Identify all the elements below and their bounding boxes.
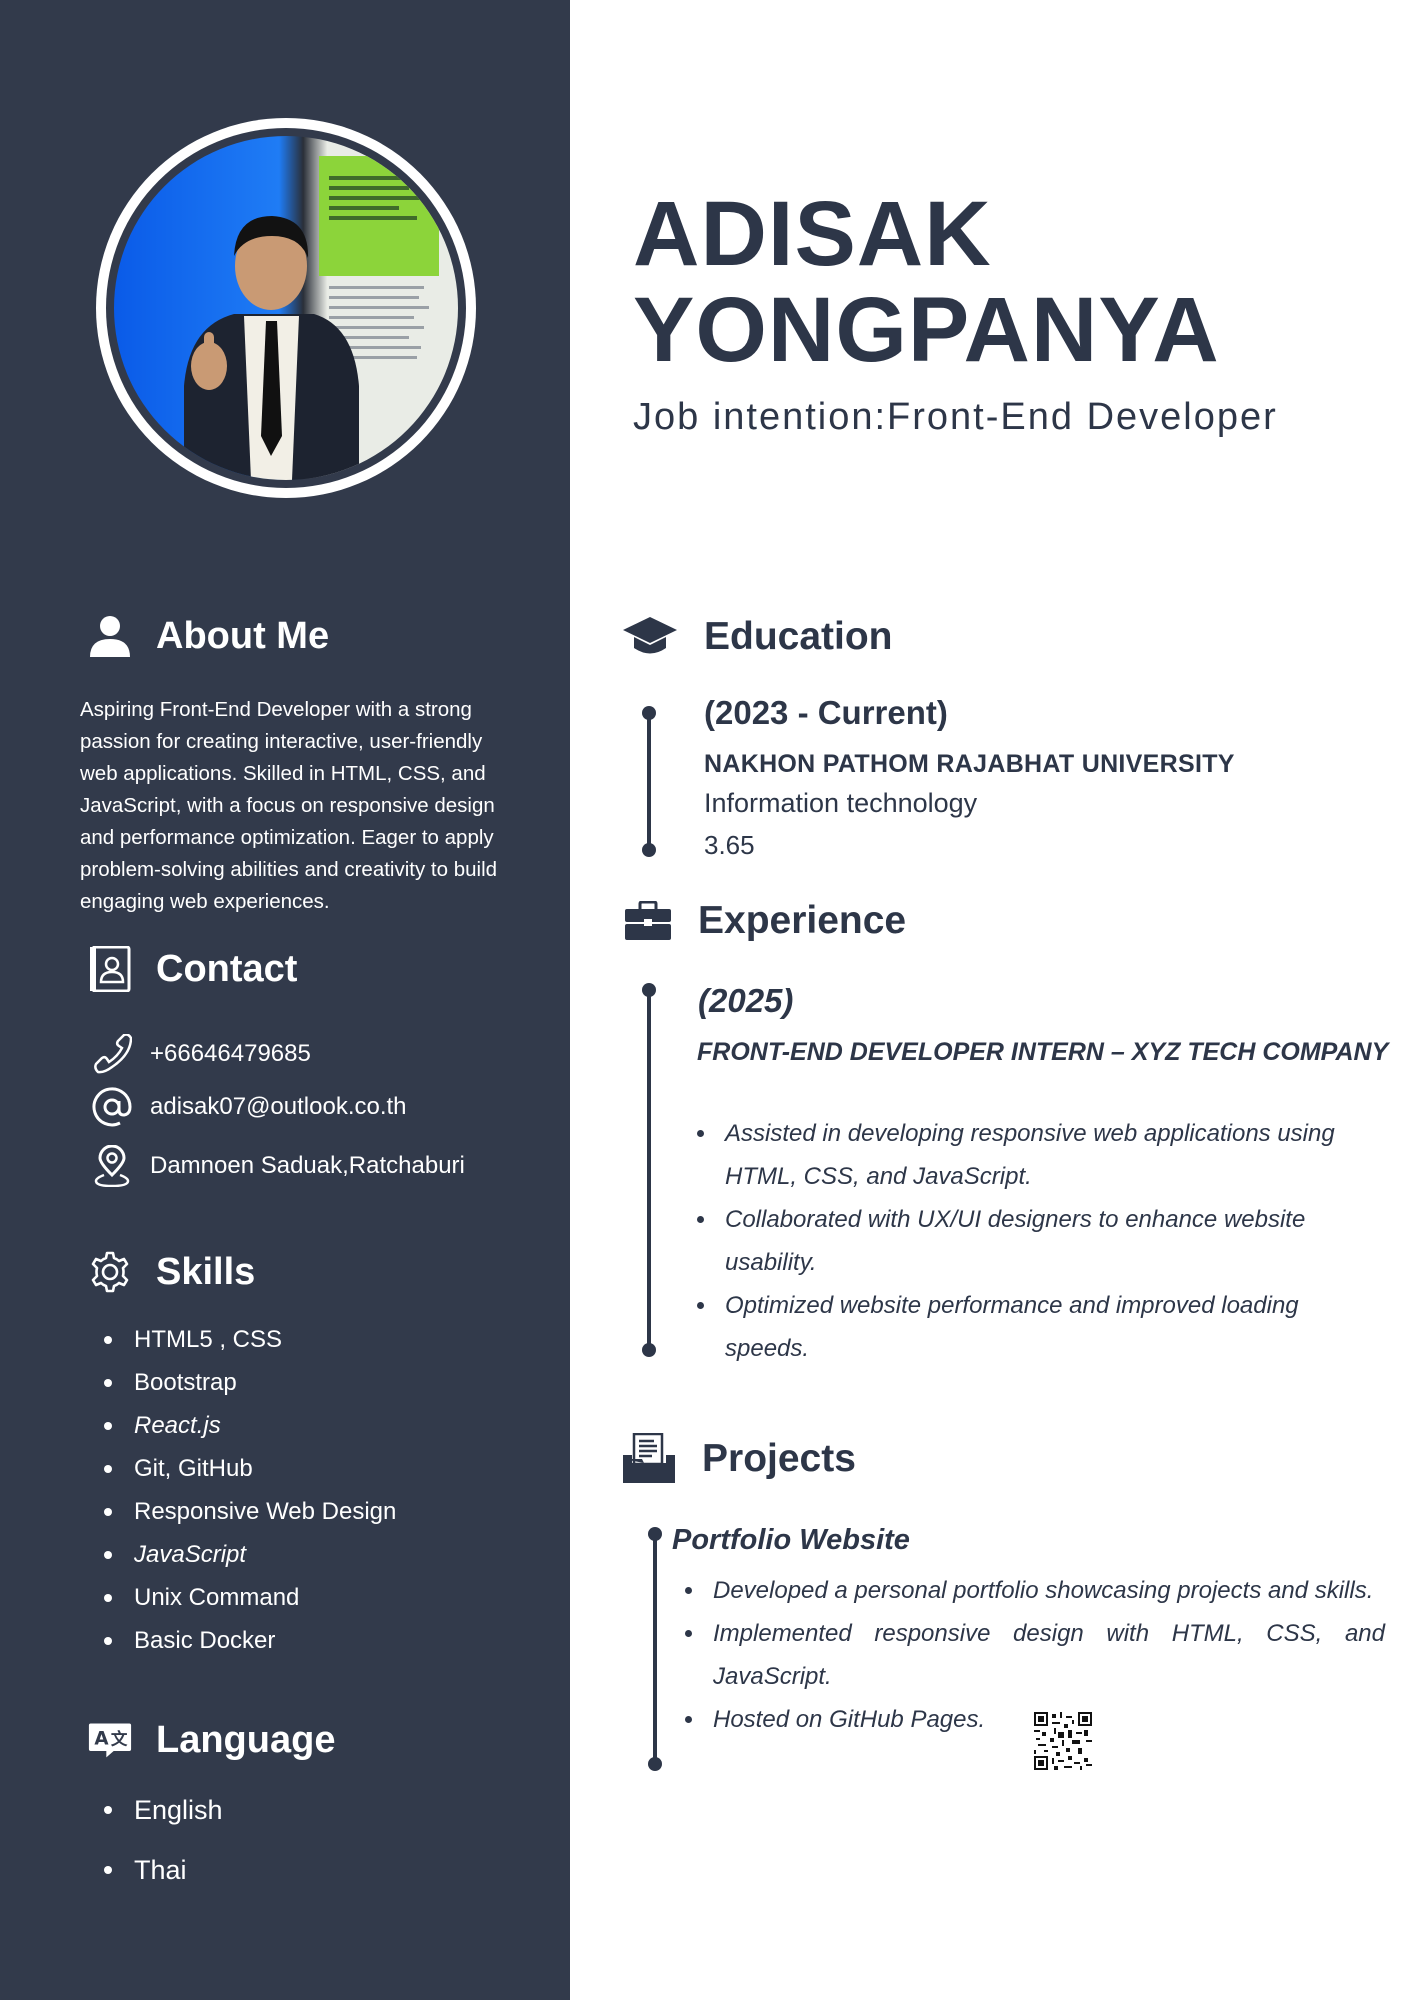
skills-list: HTML5 , CSS Bootstrap React.js Git, GitH… xyxy=(104,1318,396,1662)
language-heading: A文 Language xyxy=(88,1718,335,1762)
language-item: Thai xyxy=(104,1840,223,1900)
at-sign-icon xyxy=(92,1087,132,1127)
education-timeline-line xyxy=(647,712,651,850)
contact-book-icon xyxy=(88,946,132,992)
briefcase-icon xyxy=(624,896,672,946)
profile-photo xyxy=(114,136,458,480)
contact-title: Contact xyxy=(156,947,298,990)
project-bullet: Implemented responsive design with HTML,… xyxy=(685,1612,1385,1698)
experience-bullet: Optimized website performance and improv… xyxy=(697,1284,1387,1370)
translate-icon: A文 xyxy=(88,1718,132,1762)
about-me-title: About Me xyxy=(156,614,330,657)
qr-code[interactable] xyxy=(1034,1712,1092,1770)
skill-item: Responsive Web Design xyxy=(104,1490,396,1533)
first-name: ADISAK xyxy=(633,183,992,285)
skill-item: Bootstrap xyxy=(104,1361,396,1404)
experience-bullets: Assisted in developing responsive web ap… xyxy=(697,1112,1387,1370)
skill-item: Git, GitHub xyxy=(104,1447,396,1490)
education-period: (2023 - Current) xyxy=(704,694,948,731)
contact-phone[interactable]: +66646479685 xyxy=(92,1034,311,1074)
skill-item: Unix Command xyxy=(104,1576,396,1619)
experience-timeline-line xyxy=(647,990,651,1350)
skill-item: HTML5 , CSS xyxy=(104,1318,396,1361)
experience-year: (2025) xyxy=(698,982,794,1019)
address-text: Damnoen Saduak,Ratchaburi xyxy=(150,1152,465,1179)
about-me-text: Aspiring Front-End Developer with a stro… xyxy=(80,698,498,913)
svg-text:A: A xyxy=(94,1729,109,1750)
skills-heading: Skills xyxy=(88,1250,255,1294)
email-address: adisak07@outlook.co.th xyxy=(150,1093,407,1120)
skill-item: JavaScript xyxy=(104,1533,396,1576)
contact-heading: Contact xyxy=(88,946,298,992)
experience-title: Experience xyxy=(698,899,907,942)
education-field: Information technology xyxy=(704,788,978,818)
phone-icon xyxy=(92,1034,132,1074)
contact-email[interactable]: adisak07@outlook.co.th xyxy=(92,1087,407,1127)
projects-title: Projects xyxy=(702,1437,856,1480)
skill-item: React.js xyxy=(104,1404,396,1447)
gear-icon xyxy=(88,1250,132,1294)
education-title: Education xyxy=(704,615,893,658)
language-list: English Thai xyxy=(104,1780,223,1900)
language-title: Language xyxy=(156,1718,336,1761)
skill-item: Basic Docker xyxy=(104,1619,396,1662)
timeline-dot xyxy=(642,706,656,720)
candidate-name: ADISAK YONGPANYA xyxy=(633,186,1220,378)
last-name: YONGPANYA xyxy=(633,279,1220,381)
user-icon xyxy=(88,614,132,658)
phone-number: +66646479685 xyxy=(150,1040,311,1067)
project-title: Portfolio Website xyxy=(672,1524,910,1556)
svg-text:文: 文 xyxy=(111,1729,128,1749)
education-gpa: 3.65 xyxy=(704,830,755,860)
timeline-dot xyxy=(648,1527,662,1541)
timeline-dot xyxy=(642,983,656,997)
timeline-dot xyxy=(642,1343,656,1357)
skills-title: Skills xyxy=(156,1250,256,1293)
contact-address: Damnoen Saduak,Ratchaburi xyxy=(92,1145,465,1187)
timeline-dot xyxy=(648,1757,662,1771)
experience-bullet: Assisted in developing responsive web ap… xyxy=(697,1112,1387,1198)
language-item: English xyxy=(104,1780,223,1840)
graduation-cap-icon xyxy=(622,612,678,662)
experience-heading: Experience xyxy=(624,896,906,946)
projects-timeline-line xyxy=(653,1534,657,1766)
sidebar: About Me Aspiring Front-End Developer wi… xyxy=(0,0,570,2000)
about-me-heading: About Me xyxy=(88,614,329,658)
location-pin-icon xyxy=(92,1145,132,1187)
project-bullet: Developed a personal portfolio showcasin… xyxy=(685,1569,1385,1612)
education-heading: Education xyxy=(622,612,893,662)
folder-document-icon xyxy=(622,1433,676,1484)
education-school: NAKHON PATHOM RAJABHAT UNIVERSITY xyxy=(704,750,1235,778)
projects-heading: Projects xyxy=(622,1433,856,1484)
experience-bullet: Collaborated with UX/UI designers to enh… xyxy=(697,1198,1387,1284)
experience-role: FRONT-END DEVELOPER INTERN – XYZ TECH CO… xyxy=(697,1038,1389,1066)
job-intention: Job intention:Front-End Developer xyxy=(633,396,1278,438)
profile-photo-frame xyxy=(96,118,476,498)
timeline-dot xyxy=(642,843,656,857)
